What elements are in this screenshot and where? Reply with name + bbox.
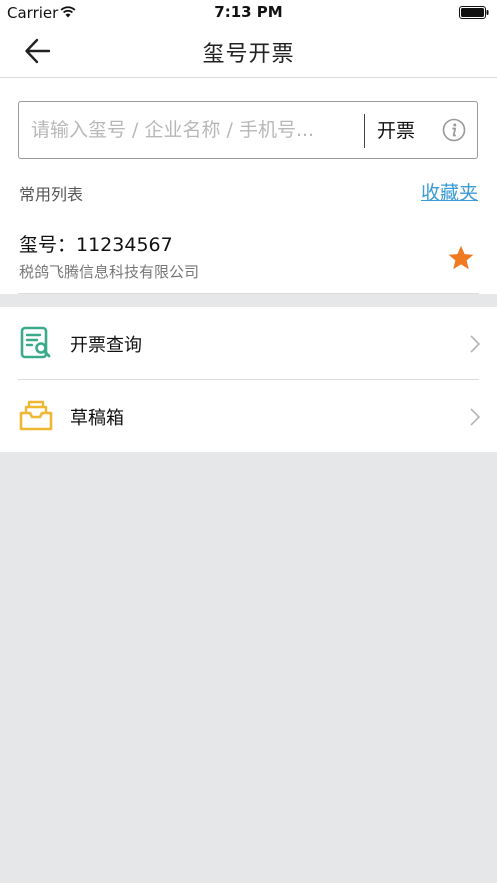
search-box: 开票 [18,101,478,159]
star-icon[interactable] [447,244,475,272]
favorites-link[interactable]: 收藏夹 [421,178,478,205]
page-title: 玺号开票 [202,42,295,67]
chevron-right-icon [470,335,481,353]
drafts-box-icon [19,400,53,431]
menu-item-drafts[interactable]: 草稿箱 [0,380,497,452]
divider [18,293,479,294]
invoice-search-icon [20,326,51,359]
chevron-right-icon [470,408,481,426]
menu-item-invoice-query[interactable]: 开票查询 [0,307,497,379]
menu-list: 开票查询 草稿箱 [0,307,497,452]
battery-icon [459,6,489,19]
list-item[interactable]: 玺号：11234567 税鸽飞腾信息科技有限公司 [0,224,497,294]
common-list-label: 常用列表 [19,185,84,204]
menu-item-label: 草稿箱 [70,408,124,429]
tax-number: 玺号：11234567 [19,234,173,256]
info-icon[interactable] [442,118,466,142]
menu-item-label: 开票查询 [70,335,142,356]
search-input[interactable] [19,102,359,158]
company-name: 税鸽飞腾信息科技有限公司 [19,263,200,281]
status-time: 7:13 PM [214,3,283,21]
issue-invoice-button[interactable]: 开票 [377,114,415,148]
navigation-bar: 玺号开票 [0,26,497,78]
main-content: 开票 常用列表 收藏夹 玺号：11234567 税鸽飞腾信息科技有限公司 [0,78,497,294]
status-bar: Carrier 7:13 PM [0,0,497,26]
search-divider [364,114,365,148]
